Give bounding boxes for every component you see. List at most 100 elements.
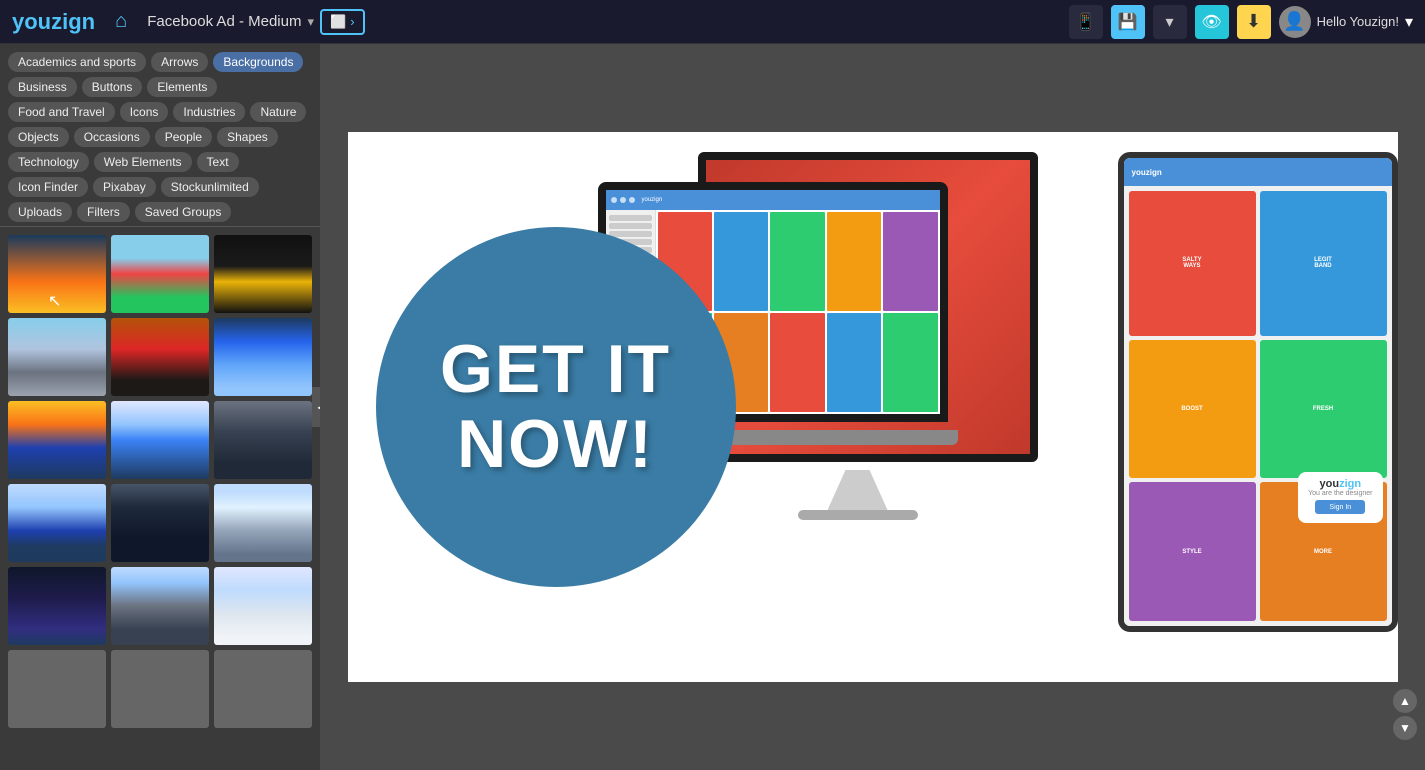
android-youzign-card: youzign You are the designer Sign In — [1298, 472, 1382, 523]
download-button[interactable]: ⬇ — [1237, 5, 1271, 39]
tag-elements[interactable]: Elements — [147, 77, 217, 97]
sidebar-item-mini — [609, 215, 652, 221]
android-body: youzign SALTYWAYS LEGITBAND — [1118, 152, 1398, 632]
tag-industries[interactable]: Industries — [173, 102, 245, 122]
tag-backgrounds[interactable]: Backgrounds — [213, 52, 303, 72]
android-card: SALTYWAYS — [1129, 191, 1256, 336]
tag-shapes[interactable]: Shapes — [217, 127, 278, 147]
android-device: youzign SALTYWAYS LEGITBAND — [1118, 152, 1398, 632]
circle-text: GET IT NOW! — [440, 332, 671, 482]
tag-stockunlimited[interactable]: Stockunlimited — [161, 177, 259, 197]
image-thumb-6[interactable] — [214, 318, 312, 396]
tag-academics-and-sports[interactable]: Academics and sports — [8, 52, 146, 72]
scroll-down-button[interactable]: ▼ — [1393, 716, 1417, 740]
image-thumb-13[interactable] — [8, 567, 106, 645]
user-area[interactable]: 👤 Hello Youzign! ▾ — [1279, 6, 1413, 38]
tag-web-elements[interactable]: Web Elements — [94, 152, 192, 172]
tag-buttons[interactable]: Buttons — [82, 77, 143, 97]
scroll-up-button[interactable]: ▲ — [1393, 689, 1417, 713]
tag-pixabay[interactable]: Pixabay — [93, 177, 156, 197]
signin-label: Sign In — [1329, 504, 1351, 511]
youzign-brand: youzign — [1308, 478, 1372, 490]
dropdown-button[interactable]: ▾ — [1153, 5, 1187, 39]
canvas-size-arrow: › — [350, 14, 354, 29]
image-thumb-1[interactable]: ↖ — [8, 235, 106, 313]
toolbar-dot — [629, 197, 635, 203]
image-thumb-12[interactable] — [214, 484, 312, 562]
android-card: STYLE — [1129, 482, 1256, 621]
logo[interactable]: youzign — [12, 9, 95, 35]
tag-text[interactable]: Text — [197, 152, 239, 172]
design-dropdown-button[interactable]: ▾ — [307, 14, 314, 30]
tag-food-and-travel[interactable]: Food and Travel — [8, 102, 115, 122]
thumb — [770, 313, 824, 412]
laptop-brand: youzign — [642, 197, 663, 203]
image-thumb-17[interactable] — [111, 650, 209, 728]
device-view-button[interactable]: 📱 — [1069, 5, 1103, 39]
youzign-sub: You are the designer — [1308, 490, 1372, 497]
tag-business[interactable]: Business — [8, 77, 77, 97]
image-thumb-10[interactable] — [8, 484, 106, 562]
sidebar-item-mini — [609, 231, 652, 237]
canvas-size-button[interactable]: ⬜ › — [320, 9, 365, 35]
tag-objects[interactable]: Objects — [8, 127, 69, 147]
canvas-frame[interactable]: GET IT NOW! REQUESTA QUOTENOW! — [348, 132, 1398, 682]
tag-uploads[interactable]: Uploads — [8, 202, 72, 222]
card-text: FRESH — [1313, 406, 1333, 412]
android-logo: youzign — [1132, 168, 1162, 177]
image-thumb-14[interactable] — [111, 567, 209, 645]
scroll-indicator: ▲ ▼ — [1393, 689, 1417, 740]
header-right: 📱 💾 ▾ 👁 ⬇ 👤 Hello Youzign! ▾ — [1069, 5, 1413, 39]
image-thumb-18[interactable] — [214, 650, 312, 728]
image-thumb-2[interactable] — [111, 235, 209, 313]
thumb — [883, 212, 937, 311]
design-title-area: Facebook Ad - Medium ▾ ⬜ › — [147, 9, 1058, 35]
canvas-area: GET IT NOW! REQUESTA QUOTENOW! — [320, 44, 1425, 770]
main-layout: Academics and sportsArrowsBackgrounds Bus… — [0, 44, 1425, 770]
canvas-size-icon: ⬜ — [330, 14, 346, 30]
tag-people[interactable]: People — [155, 127, 212, 147]
home-button[interactable]: ⌂ — [115, 10, 127, 33]
image-thumb-16[interactable] — [8, 650, 106, 728]
tag-saved-groups[interactable]: Saved Groups — [135, 202, 232, 222]
hello-text: Hello Youzign! — [1317, 14, 1399, 29]
image-thumb-9[interactable] — [214, 401, 312, 479]
circle-line1: GET IT — [440, 332, 671, 407]
collapse-sidebar-button[interactable]: ◀ — [312, 387, 320, 427]
toolbar-dot — [620, 197, 626, 203]
save-button[interactable]: 💾 — [1111, 5, 1145, 39]
logo-you: you — [12, 9, 51, 34]
preview-button[interactable]: 👁 — [1195, 5, 1229, 39]
card-text: STYLE — [1182, 549, 1201, 555]
circle-element[interactable]: GET IT NOW! — [376, 227, 736, 587]
tag-occasions[interactable]: Occasions — [74, 127, 150, 147]
tag-area: Academics and sportsArrowsBackgrounds Bus… — [0, 44, 320, 227]
image-thumb-11[interactable] — [111, 484, 209, 562]
image-grid: ↖ — [0, 227, 320, 770]
tag-technology[interactable]: Technology — [8, 152, 89, 172]
tag-filters[interactable]: Filters — [77, 202, 130, 222]
signin-button[interactable]: Sign In — [1315, 500, 1365, 514]
image-thumb-4[interactable] — [8, 318, 106, 396]
thumb — [770, 212, 824, 311]
canvas-content: GET IT NOW! REQUESTA QUOTENOW! — [348, 132, 1398, 682]
android-top-bar: youzign — [1124, 158, 1392, 186]
android-card: FRESH — [1260, 340, 1387, 479]
tag-icon-finder[interactable]: Icon Finder — [8, 177, 88, 197]
thumb — [714, 212, 768, 311]
image-thumb-3[interactable] — [214, 235, 312, 313]
android-card: BOOST — [1129, 340, 1256, 479]
sidebar: Academics and sportsArrowsBackgrounds Bus… — [0, 44, 320, 770]
image-thumb-8[interactable] — [111, 401, 209, 479]
logo-zign: zign — [51, 9, 95, 34]
design-title: Facebook Ad - Medium — [147, 13, 301, 30]
image-thumb-7[interactable] — [8, 401, 106, 479]
tag-icons[interactable]: Icons — [120, 102, 169, 122]
user-dropdown-arrow: ▾ — [1405, 12, 1413, 32]
image-thumb-15[interactable] — [214, 567, 312, 645]
tag-arrows[interactable]: Arrows — [151, 52, 208, 72]
android-content: SALTYWAYS LEGITBAND BOOST — [1124, 186, 1392, 626]
toolbar-dot — [611, 197, 617, 203]
tag-nature[interactable]: Nature — [250, 102, 306, 122]
image-thumb-5[interactable] — [111, 318, 209, 396]
